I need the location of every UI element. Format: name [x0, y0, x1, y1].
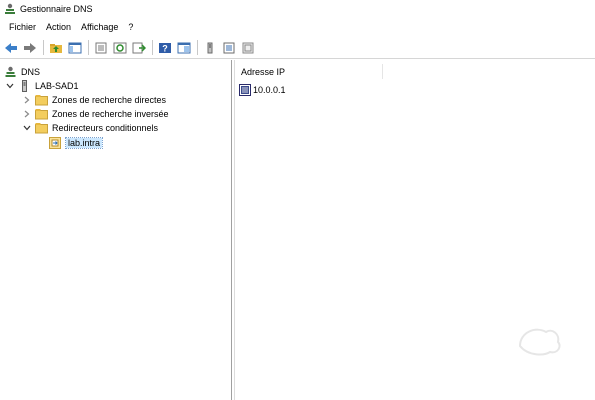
tree-node-forward-zones[interactable]: Zones de recherche directes [22, 93, 166, 107]
column-header-label: Adresse IP [241, 66, 286, 77]
up-folder-icon [50, 43, 62, 53]
tree-node-lab-intra[interactable]: lab.intra [49, 136, 104, 150]
refresh-button[interactable] [112, 40, 128, 56]
toolbar-separator [152, 40, 153, 55]
chevron-down-icon[interactable] [5, 81, 15, 91]
list-item-label: 10.0.0.1 [253, 85, 286, 95]
column-header-ip-address[interactable]: Adresse IP [235, 64, 383, 79]
up-folder-button[interactable] [48, 40, 64, 56]
menu-action[interactable]: Action [41, 22, 76, 32]
forward-button[interactable] [22, 40, 38, 56]
server-icon [22, 80, 27, 92]
tree-node-label: DNS [21, 67, 41, 77]
chevron-right-icon[interactable] [22, 109, 32, 119]
watermark-logo [518, 328, 561, 356]
toolbar: ? [0, 37, 595, 59]
tree-node-label: Zones de recherche directes [52, 95, 167, 105]
tree-node-label: Zones de recherche inversée [52, 109, 169, 119]
console-button[interactable] [176, 40, 192, 56]
toolbar-separator [88, 40, 89, 55]
tree-node-label: LAB-SAD1 [35, 81, 79, 91]
filter-button[interactable] [240, 40, 256, 56]
export-list-icon [132, 42, 146, 53]
back-arrow-icon [5, 42, 17, 53]
chevron-right-icon[interactable] [22, 95, 32, 105]
chevron-down-icon[interactable] [22, 123, 32, 133]
folder-icon [35, 109, 48, 120]
list-view-icon [223, 42, 235, 53]
toolbar-separator [197, 40, 198, 55]
refresh-icon [113, 42, 127, 53]
console-icon [177, 42, 191, 53]
show-hide-tree-button[interactable] [67, 40, 83, 56]
ip-entry-icon [239, 84, 251, 96]
menu-bar: Fichier Action Affichage ? [0, 18, 595, 36]
tree-node-conditional-forwarders[interactable]: Redirecteurs conditionnels [22, 121, 158, 135]
export-list-button[interactable] [131, 40, 147, 56]
back-button[interactable] [3, 40, 19, 56]
console-tree[interactable]: DNS LAB-SAD1 Zones de recherche directes [0, 60, 232, 400]
toolbar-separator [43, 40, 44, 55]
list-view-button[interactable] [221, 40, 237, 56]
list-item[interactable]: 10.0.0.1 [239, 83, 286, 97]
menu-affichage[interactable]: Affichage [76, 22, 123, 32]
tree-node-label: Redirecteurs conditionnels [52, 123, 159, 133]
show-hide-tree-icon [68, 42, 82, 53]
tree-node-server[interactable]: LAB-SAD1 [5, 79, 79, 93]
properties-icon [95, 42, 107, 53]
tree-node-dns[interactable]: DNS [4, 65, 40, 79]
server-icon [207, 42, 213, 53]
forwarder-zone-icon [49, 137, 61, 149]
forward-arrow-icon [24, 42, 36, 53]
tree-node-reverse-zones[interactable]: Zones de recherche inversée [22, 107, 169, 121]
title-bar: Gestionnaire DNS [0, 0, 595, 18]
menu-help[interactable]: ? [123, 22, 138, 32]
filter-icon [242, 42, 254, 53]
window-title: Gestionnaire DNS [20, 4, 93, 14]
help-icon: ? [159, 42, 171, 53]
folder-icon [35, 95, 48, 106]
help-button[interactable]: ? [157, 40, 173, 56]
svg-text:?: ? [162, 43, 168, 53]
properties-button[interactable] [93, 40, 109, 56]
dns-icon [5, 66, 16, 77]
tree-node-label: lab.intra [64, 137, 104, 149]
dns-manager-icon [5, 3, 15, 14]
menu-fichier[interactable]: Fichier [4, 22, 41, 32]
folder-icon [35, 123, 48, 134]
server-button[interactable] [202, 40, 218, 56]
